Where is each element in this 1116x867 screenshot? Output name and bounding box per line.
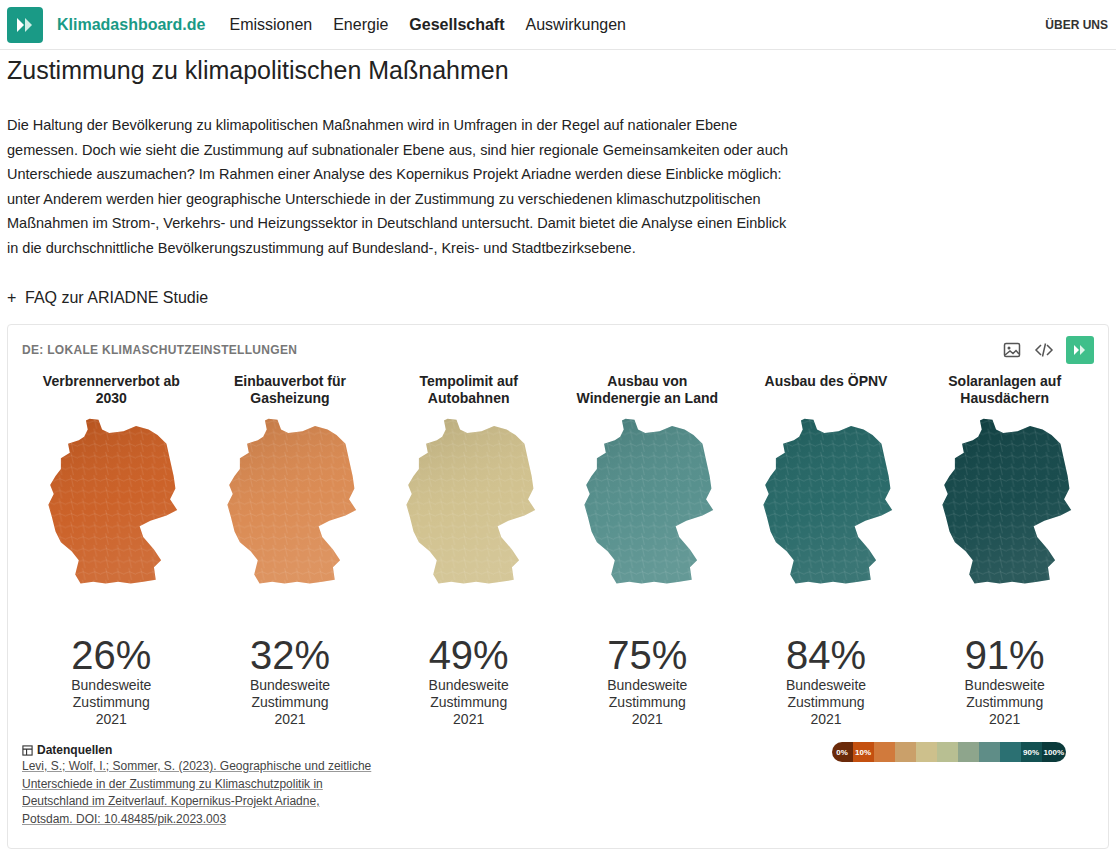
table-icon (22, 745, 33, 756)
map-title: Verbrennerverbot ab 2030 (30, 373, 192, 409)
map-title: Solaranlagen auf Hausdächern (924, 373, 1086, 409)
image-icon[interactable] (1002, 340, 1022, 360)
approval-label: Bundesweite Zustimmung (64, 677, 159, 711)
approval-value: 75% (607, 633, 687, 677)
approval-value: 49% (429, 633, 509, 677)
main-nav: Emissionen Energie Gesellschaft Auswirkunge… (229, 16, 626, 34)
approval-year: 2021 (453, 711, 484, 728)
chart-tools (1002, 336, 1094, 364)
color-legend: 0%10% 90%100% (832, 742, 1066, 762)
germany-map[interactable] (394, 417, 544, 587)
chart-title: DE: LOKALE KLIMASCHUTZEINSTELLUNGEN (22, 343, 297, 357)
citation-link[interactable]: Levi, S.; Wolf, I.; Sommer, S. (2023). G… (22, 758, 372, 828)
brand-logo-icon[interactable] (1066, 336, 1094, 364)
data-sources: DatenquellenLevi, S.; Wolf, I.; Sommer, … (22, 742, 372, 828)
approval-value: 84% (786, 633, 866, 677)
faq-toggle[interactable]: + FAQ zur ARIADNE Studie (7, 288, 1109, 308)
plus-icon[interactable]: + (7, 288, 17, 308)
legend-step (937, 742, 958, 762)
map-title: Einbauverbot für Gasheizung (209, 373, 371, 409)
germany-map[interactable] (572, 417, 722, 587)
germany-map[interactable] (751, 417, 901, 587)
approval-year: 2021 (810, 711, 841, 728)
approval-label: Bundesweite Zustimmung (242, 677, 337, 711)
sources-heading: Datenquellen (22, 742, 372, 758)
map-column: Tempolimit auf Autobahnen 49%Bundesweite … (379, 373, 558, 728)
logo-icon[interactable] (7, 7, 43, 43)
map-grid: Verbrennerverbot ab 203026%Bundesweite Z… (22, 373, 1094, 728)
germany-map[interactable] (215, 417, 365, 587)
legend-step: 0% (832, 742, 853, 762)
intro-text: Die Haltung der Bevölkerung zu klimapoli… (7, 113, 797, 260)
brand-name[interactable]: Klimadashboard.de (57, 16, 205, 34)
approval-label: Bundesweite Zustimmung (600, 677, 695, 711)
card-header: DE: LOKALE KLIMASCHUTZEINSTELLUNGEN (22, 335, 1094, 365)
approval-year: 2021 (274, 711, 305, 728)
page-title: Zustimmung zu klimapolitischen Maßnahmen (7, 55, 1109, 85)
approval-year: 2021 (96, 711, 127, 728)
approval-year: 2021 (632, 711, 663, 728)
legend-step (874, 742, 895, 762)
page: Klimadashboard.de Emissionen Energie Gesell… (0, 0, 1116, 867)
legend-step (916, 742, 937, 762)
legend-step (1000, 742, 1021, 762)
legend-step: 90% (1021, 742, 1042, 762)
approval-year: 2021 (989, 711, 1020, 728)
top-bar: Klimadashboard.de Emissionen Energie Gesell… (0, 0, 1116, 50)
map-title: Ausbau des ÖPNV (765, 373, 888, 409)
nav-item[interactable]: Auswirkungen (526, 16, 627, 34)
legend-step: 100% (1042, 742, 1066, 762)
map-column: Einbauverbot für Gasheizung 32%Bundesweit… (201, 373, 380, 728)
legend-step (895, 742, 916, 762)
nav-item[interactable]: Emissionen (229, 16, 312, 34)
approval-value: 32% (250, 633, 330, 677)
chart-card: DE: LOKALE KLIMASCHUTZEINSTELLUNGEN Verbr… (7, 324, 1109, 849)
map-column: Ausbau des ÖPNV 84%Bundesweite Zustimmung… (737, 373, 916, 728)
about-link[interactable]: ÜBER UNS (1045, 18, 1108, 32)
map-column: Ausbau von Windenergie an Land 75%Bundesw… (558, 373, 737, 728)
nav-item[interactable]: Gesellschaft (409, 16, 504, 34)
germany-map[interactable] (930, 417, 1080, 587)
germany-map[interactable] (36, 417, 186, 587)
approval-label: Bundesweite Zustimmung (957, 677, 1052, 711)
code-icon[interactable] (1034, 340, 1054, 360)
nav-item[interactable]: Energie (333, 16, 388, 34)
map-column: Solaranlagen auf Hausdächern 91%Bundeswei… (915, 373, 1094, 728)
legend-step (958, 742, 979, 762)
approval-label: Bundesweite Zustimmung (778, 677, 873, 711)
content: Zustimmung zu klimapolitischen Maßnahmen… (0, 55, 1116, 849)
legend-step (979, 742, 1000, 762)
map-title: Tempolimit auf Autobahnen (388, 373, 550, 409)
legend-step: 10% (853, 742, 874, 762)
map-title: Ausbau von Windenergie an Land (566, 373, 728, 409)
approval-label: Bundesweite Zustimmung (421, 677, 516, 711)
faq-label[interactable]: FAQ zur ARIADNE Studie (25, 288, 208, 308)
approval-value: 91% (965, 633, 1045, 677)
card-footer: DatenquellenLevi, S.; Wolf, I.; Sommer, … (22, 742, 1094, 828)
map-column: Verbrennerverbot ab 2030 26%Bundesweite Z… (22, 373, 201, 728)
brand[interactable]: Klimadashboard.de (7, 7, 205, 43)
approval-value: 26% (71, 633, 151, 677)
